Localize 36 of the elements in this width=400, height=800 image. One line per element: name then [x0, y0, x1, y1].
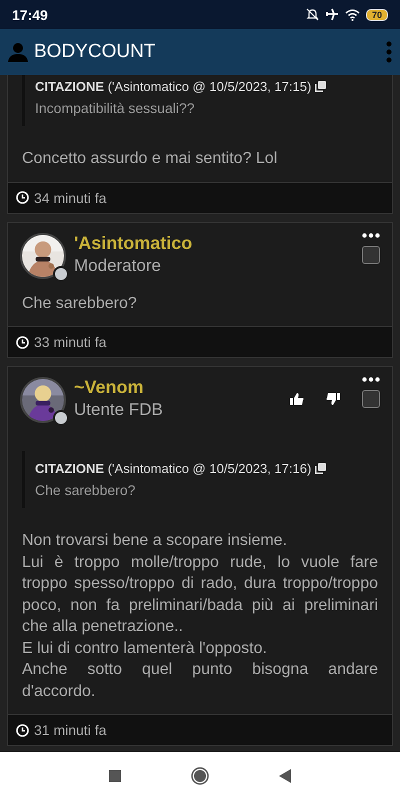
more-icon[interactable] [362, 377, 380, 382]
clock-icon [16, 191, 29, 204]
post-text: Anche sotto quel punto bisogna andare d'accordo. [22, 660, 378, 702]
post-text: E lui di contro lamenterà l'opposto. [22, 638, 268, 658]
copy-icon[interactable] [315, 81, 326, 92]
post-time: 33 minuti fa [34, 334, 106, 350]
select-checkbox[interactable] [362, 390, 380, 408]
quote-text: Incompatibilità sessuali?? [35, 100, 196, 116]
post-text: Non trovarsi bene a scopare insieme. [22, 531, 288, 551]
app-title: BODYCOUNT [34, 41, 156, 63]
copy-icon[interactable] [315, 463, 326, 474]
post-text: Lui è troppo molle/troppo rude, lo vuole fare troppo spesso/troppo di rado, dura troppo/troppo poco, non fa preliminari/bada più ai preliminari che alla penetrazione.. [22, 552, 378, 637]
quote-source: CITAZIONE ('Asintomatico @ 10/5/2023, 17:16) [35, 461, 312, 476]
clock-icon [16, 724, 29, 736]
author-role: Moderatore [74, 256, 162, 276]
author-name[interactable]: 'Asintomatico [74, 232, 362, 254]
thumbs-down-icon[interactable] [326, 392, 340, 406]
post-text: Che sarebbero? [22, 294, 138, 314]
battery-level: 70 [366, 8, 388, 20]
home-icon[interactable] [191, 767, 209, 785]
quote-text: Che sarebbero? [35, 482, 136, 498]
status-time: 17:49 [12, 6, 48, 22]
author-name[interactable]: ~Venom [74, 377, 290, 398]
post-time: 34 minuti fa [34, 190, 106, 206]
back-icon[interactable] [279, 769, 291, 783]
airplane-icon [324, 8, 339, 21]
wifi-icon [344, 8, 360, 20]
clock-icon [16, 336, 29, 348]
select-checkbox[interactable] [362, 246, 380, 264]
more-icon[interactable] [362, 232, 380, 238]
post-time: 31 minuti fa [34, 722, 106, 738]
post-text: Concetto assurdo e mai sentito? Lol [22, 149, 278, 169]
bell-off-icon [306, 8, 319, 21]
quote-source: CITAZIONE ('Asintomatico @ 10/5/2023, 17:15) [35, 79, 312, 94]
author-role: Utente FDB [74, 400, 164, 420]
thumbs-up-icon[interactable] [290, 392, 304, 406]
